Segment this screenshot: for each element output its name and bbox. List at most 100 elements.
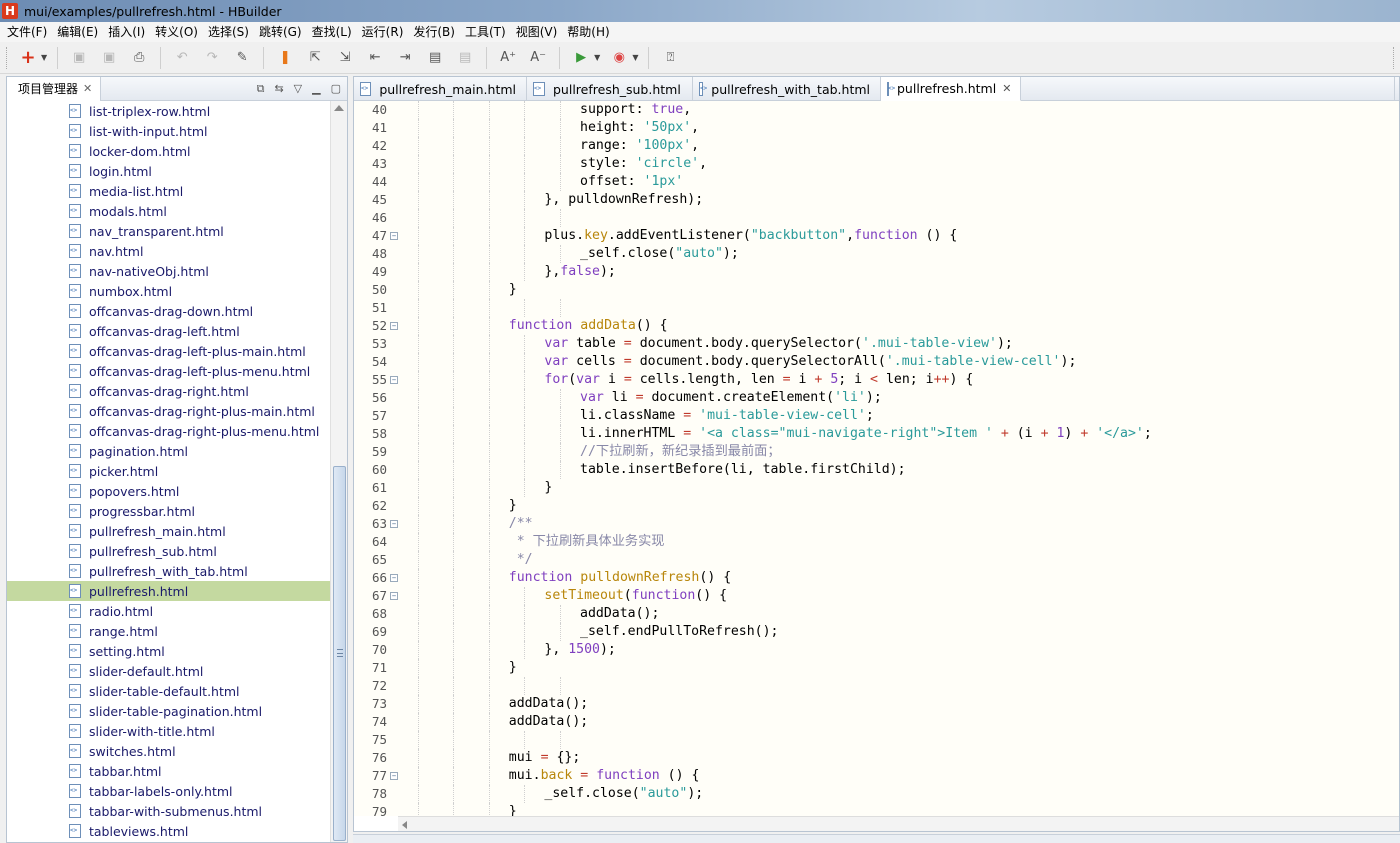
close-icon[interactable]: ✕ [1002,82,1011,95]
file-tree-item[interactable]: setting.html [7,641,331,661]
code-text[interactable]: support: true, height: '50px', range: '100… [398,101,1399,816]
scroll-up-icon[interactable] [334,105,344,111]
menu-item[interactable]: 发行(B) [408,22,460,42]
file-tree-item[interactable]: offcanvas-drag-right-plus-main.html [7,401,331,421]
file-tree-item[interactable]: slider-default.html [7,661,331,681]
fold-toggle-icon[interactable]: − [390,772,398,780]
file-tree-item[interactable]: list-triplex-row.html [7,101,331,121]
fold-toggle-icon[interactable]: − [390,232,398,240]
collapse-all-icon[interactable]: ⧉ [257,82,265,96]
goto-last-icon[interactable]: ⇲ [333,46,357,70]
file-tree-item[interactable]: slider-with-title.html [7,721,331,741]
menu-item[interactable]: 帮助(H) [562,22,614,42]
fold-toggle-icon[interactable]: − [390,592,398,600]
font-decrease-icon[interactable]: A⁻ [526,46,550,70]
file-tree-item[interactable]: nav.html [7,241,331,261]
file-tree-item[interactable]: offcanvas-drag-left.html [7,321,331,341]
minimize-icon[interactable]: ▁ [312,82,320,95]
maximize-icon[interactable]: ▢ [331,82,341,95]
menu-item[interactable]: 选择(S) [203,22,254,42]
format-icon[interactable]: ✎ [230,46,254,70]
file-tree-item[interactable]: modals.html [7,201,331,221]
indent-right-icon[interactable]: ⇥ [393,46,417,70]
fold-toggle-icon[interactable]: − [390,322,398,330]
menu-item[interactable]: 跳转(G) [254,22,307,42]
file-tree-item[interactable]: pullrefresh_sub.html [7,541,331,561]
scrollbar-thumb[interactable] [333,466,346,841]
redo-icon[interactable]: ↷ [200,46,224,70]
view-menu-icon[interactable]: ▽ [294,82,302,95]
file-tree-item[interactable]: pullrefresh.html [7,581,331,601]
comment-icon[interactable]: ▤ [423,46,447,70]
save-all-icon[interactable]: ▣ [97,46,121,70]
file-tree-item[interactable]: slider-table-default.html [7,681,331,701]
file-tree-item[interactable]: locker-dom.html [7,141,331,161]
menu-item[interactable]: 运行(R) [357,22,409,42]
file-tree-scrollbar[interactable] [330,101,347,842]
menu-item[interactable]: 查找(L) [307,22,357,42]
file-tree-item[interactable]: offcanvas-drag-down.html [7,301,331,321]
indent-left-icon[interactable]: ⇤ [363,46,387,70]
run-dropdown-icon[interactable]: ▼ [594,53,600,62]
undo-icon[interactable]: ↶ [170,46,194,70]
browser-dropdown-icon[interactable]: ▼ [632,53,638,62]
browser-icon[interactable]: ◉ [607,46,631,70]
file-tree-item[interactable]: pagination.html [7,441,331,461]
file-tree-item[interactable]: popovers.html [7,481,331,501]
editor-tab[interactable]: pullrefresh_with_tab.html [693,77,881,101]
new-dropdown-icon[interactable]: ▼ [41,53,47,62]
fold-toggle-icon[interactable]: − [390,574,398,582]
file-tree-item[interactable]: tableviews.html [7,821,331,841]
scroll-left-icon[interactable] [402,821,407,829]
save-icon[interactable]: ▣ [67,46,91,70]
file-tree-item[interactable]: login.html [7,161,331,181]
run-device-icon[interactable]: ▶ [569,46,593,70]
goto-first-icon[interactable]: ⇱ [303,46,327,70]
font-increase-icon[interactable]: A⁺ [496,46,520,70]
editor-tab[interactable]: pullrefresh_sub.html [527,77,693,101]
help-icon[interactable]: ⍰ [658,46,682,70]
file-tree-item[interactable]: range.html [7,621,331,641]
file-tree-item[interactable]: tabbar-with-submenus.html [7,801,331,821]
file-tree-item[interactable]: switches.html [7,741,331,761]
menu-item[interactable]: 文件(F) [2,22,52,42]
file-tree-item[interactable]: pullrefresh_with_tab.html [7,561,331,581]
menu-item[interactable]: 编辑(E) [52,22,103,42]
file-tree-item[interactable]: offcanvas-drag-right.html [7,381,331,401]
fold-toggle-icon[interactable]: − [390,520,398,528]
file-tree-item[interactable]: progressbar.html [7,501,331,521]
line-number: 51 [354,299,398,317]
menu-item[interactable]: 转义(O) [150,22,203,42]
new-icon[interactable]: + [16,46,40,70]
menu-item[interactable]: 工具(T) [460,22,511,42]
file-tree-item[interactable]: media-list.html [7,181,331,201]
file-tree-item[interactable]: numbox.html [7,281,331,301]
horizontal-scrollbar[interactable] [398,816,1399,831]
file-tree-item[interactable]: tabbar.html [7,761,331,781]
file-tree-item[interactable]: list-with-input.html [7,121,331,141]
file-tree-item[interactable]: nav-nativeObj.html [7,261,331,281]
file-tree-item[interactable]: offcanvas-drag-right-plus-menu.html [7,421,331,441]
file-tree-item[interactable]: slider-table-pagination.html [7,701,331,721]
menu-item[interactable]: 视图(V) [511,22,563,42]
link-editor-icon[interactable]: ⇆ [274,82,283,95]
file-tree-item[interactable]: offcanvas-drag-left-plus-menu.html [7,361,331,381]
file-tree-item[interactable]: tabbar-labels-only.html [7,781,331,801]
file-tree-item[interactable]: radio.html [7,601,331,621]
file-tree-item[interactable]: offcanvas-drag-left-plus-main.html [7,341,331,361]
file-tree-item[interactable]: pullrefresh_main.html [7,521,331,541]
menu-item[interactable]: 插入(I) [103,22,150,42]
html-file-icon [69,344,81,358]
editor-tab[interactable]: pullrefresh_main.html [354,77,527,101]
code-area[interactable]: 40 41 42 43 44 45 46 47−48 49 50 51 52−53 54 55−56 57 5… [354,101,1399,816]
outline-icon[interactable]: ▤ [453,46,477,70]
fold-toggle-icon[interactable]: − [390,376,398,384]
toolbar-grip[interactable] [6,46,9,69]
editor-tab[interactable]: pullrefresh.html ✕ [881,77,1021,101]
close-icon[interactable]: ✕ [83,82,92,95]
file-tree-item[interactable]: picker.html [7,461,331,481]
print-icon[interactable]: ⎙ [127,46,151,70]
tab-project-manager[interactable]: 项目管理器 ✕ [7,76,102,101]
file-tree-item[interactable]: nav_transparent.html [7,221,331,241]
bookmark-icon[interactable]: ❚ [273,46,297,70]
